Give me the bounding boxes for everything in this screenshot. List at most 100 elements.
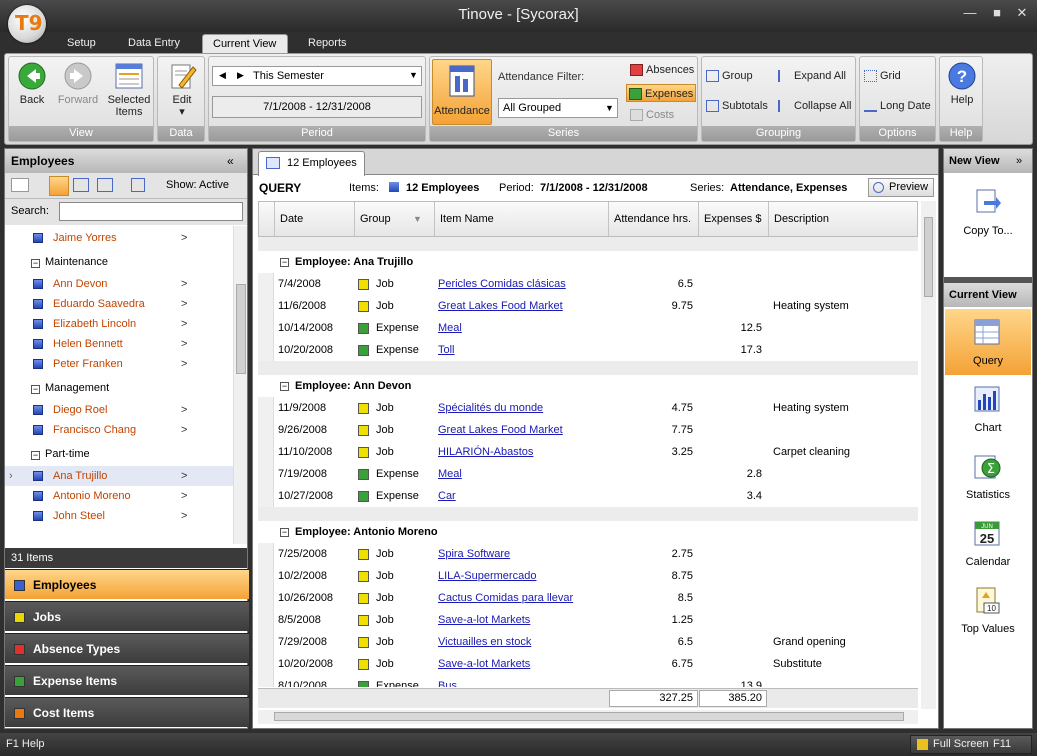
hierarchy-view-icon[interactable] xyxy=(97,178,113,192)
forward-button[interactable]: Forward xyxy=(55,61,101,106)
subtotals-button[interactable]: Subtotals xyxy=(704,97,768,115)
expand-arrow-icon[interactable]: > xyxy=(181,506,187,526)
table-row[interactable]: 10/14/2008 Expense Meal 12.5 xyxy=(258,317,918,339)
tree-view-icon[interactable] xyxy=(73,178,89,192)
app-logo-icon[interactable]: T9 xyxy=(8,5,46,43)
tree-item[interactable]: Helen Bennett > xyxy=(5,334,233,354)
maximize-icon[interactable]: ■ xyxy=(990,6,1004,20)
show-filter-dropdown[interactable]: Show: Active xyxy=(166,179,229,191)
period-selector[interactable]: ◀ ▶ This Semester ▼ xyxy=(212,66,422,86)
view-top-values-button[interactable]: 10 Top Values xyxy=(945,577,1031,643)
expand-arrow-icon[interactable]: > xyxy=(181,274,187,294)
nav-jobs[interactable]: Jobs xyxy=(5,601,249,631)
col-item-name[interactable]: Item Name xyxy=(435,202,609,236)
nav-employees[interactable]: Employees xyxy=(5,569,249,599)
grid-horizontal-scrollbar[interactable] xyxy=(258,710,918,724)
cell-item-name[interactable]: Spécialités du monde xyxy=(438,397,543,419)
table-row[interactable]: 7/19/2008 Expense Meal 2.8 xyxy=(258,463,918,485)
view-calendar-button[interactable]: JUN 25 Calendar xyxy=(945,510,1031,576)
cell-item-name[interactable]: Save-a-lot Markets xyxy=(438,609,530,631)
col-expenses[interactable]: Expenses $ xyxy=(699,202,769,236)
grid-button[interactable]: Grid xyxy=(862,67,901,85)
table-row[interactable]: 10/27/2008 Expense Car 3.4 xyxy=(258,485,918,507)
tree-item[interactable]: › Ana Trujillo > xyxy=(5,466,233,486)
scrollbar-thumb[interactable] xyxy=(924,217,933,297)
preview-button[interactable]: Preview xyxy=(868,178,934,197)
group-header[interactable]: − Employee: Ann Devon xyxy=(258,375,918,397)
tree-item[interactable]: Antonio Moreno > xyxy=(5,486,233,506)
tree-item[interactable]: Ann Devon > xyxy=(5,274,233,294)
tree-item[interactable]: John Steel > xyxy=(5,506,233,526)
view-chart-button[interactable]: Chart xyxy=(945,376,1031,442)
col-group[interactable]: Group ▼ xyxy=(355,202,435,236)
tab-current-view[interactable]: Current View xyxy=(202,34,288,53)
selected-items-button[interactable]: Selected Items xyxy=(105,61,153,118)
absences-toggle[interactable]: Absences xyxy=(628,61,694,79)
help-button[interactable]: ? Help xyxy=(944,61,980,106)
tree-group[interactable]: − Part-time xyxy=(31,448,90,460)
cell-item-name[interactable]: LILA-Supermercado xyxy=(438,565,536,587)
expand-arrow-icon[interactable]: > xyxy=(181,420,187,440)
collapse-group-icon[interactable]: − xyxy=(31,259,40,268)
tree-group[interactable]: − Maintenance xyxy=(31,256,108,268)
expand-arrow-icon[interactable]: > xyxy=(181,314,187,334)
search-input[interactable] xyxy=(59,202,243,221)
cell-item-name[interactable]: Spira Software xyxy=(438,543,510,565)
details-view-icon[interactable] xyxy=(131,178,145,192)
tree-item[interactable]: Diego Roel > xyxy=(5,400,233,420)
collapse-pane-icon[interactable]: « xyxy=(227,149,234,173)
table-row[interactable]: 10/26/2008 Job Cactus Comidas para llevar 8… xyxy=(258,587,918,609)
grid-vertical-scrollbar[interactable] xyxy=(921,201,936,709)
expand-pane-icon[interactable]: » xyxy=(1016,149,1022,173)
next-period-icon[interactable]: ▶ xyxy=(237,70,244,81)
collapse-group-icon[interactable]: − xyxy=(280,258,289,267)
cell-item-name[interactable]: Bus xyxy=(438,675,457,687)
table-row[interactable]: 10/20/2008 Expense Toll 17.3 xyxy=(258,339,918,361)
copy-to-button[interactable]: Copy To... xyxy=(945,179,1031,245)
view-query-button[interactable]: Query xyxy=(945,309,1031,375)
back-button[interactable]: Back xyxy=(13,61,51,106)
group-button[interactable]: Group xyxy=(704,67,753,85)
collapse-all-button[interactable]: Collapse All xyxy=(776,97,851,115)
view-statistics-button[interactable]: Σ Statistics xyxy=(945,443,1031,509)
period-range[interactable]: 7/1/2008 - 12/31/2008 xyxy=(212,96,422,118)
expand-arrow-icon[interactable]: > xyxy=(181,354,187,374)
minimize-icon[interactable]: — xyxy=(963,6,977,20)
close-icon[interactable]: ✕ xyxy=(1015,6,1029,20)
group-header[interactable]: − Employee: Antonio Moreno xyxy=(258,521,918,543)
cell-item-name[interactable]: Great Lakes Food Market xyxy=(438,419,563,441)
cell-item-name[interactable]: Pericles Comidas clásicas xyxy=(438,273,566,295)
tree-scrollbar[interactable] xyxy=(233,226,247,544)
collapse-group-icon[interactable]: − xyxy=(280,382,289,391)
cell-item-name[interactable]: Save-a-lot Markets xyxy=(438,653,530,675)
expand-arrow-icon[interactable]: > xyxy=(181,228,187,248)
cell-item-name[interactable]: Meal xyxy=(438,317,462,339)
table-row[interactable]: 11/10/2008 Job HILARIÓN-Abastos 3.25 Carpet … xyxy=(258,441,918,463)
expand-arrow-icon[interactable]: > xyxy=(181,486,187,506)
tree-item[interactable]: Jaime Yorres > xyxy=(5,228,233,248)
full-screen-button[interactable]: Full Screen F11 xyxy=(910,735,1032,754)
collapse-group-icon[interactable]: − xyxy=(280,528,289,537)
table-row[interactable]: 10/20/2008 Job Save-a-lot Markets 6.75 Subst… xyxy=(258,653,918,675)
tree-item[interactable]: Francisco Chang > xyxy=(5,420,233,440)
expand-arrow-icon[interactable]: > xyxy=(181,466,187,486)
cell-item-name[interactable]: HILARIÓN-Abastos xyxy=(438,441,533,463)
table-row[interactable]: 10/2/2008 Job LILA-Supermercado 8.75 xyxy=(258,565,918,587)
scrollbar-thumb[interactable] xyxy=(274,712,904,721)
edit-button[interactable]: Edit ▾ xyxy=(162,61,202,118)
tab-reports[interactable]: Reports xyxy=(298,34,357,53)
table-row[interactable]: 7/4/2008 Job Pericles Comidas clásicas 6.5 xyxy=(258,273,918,295)
scrollbar-thumb[interactable] xyxy=(236,284,246,374)
chevron-down-icon[interactable]: ▼ xyxy=(409,70,418,80)
attendance-button[interactable]: Attendance xyxy=(432,59,492,125)
cell-item-name[interactable]: Car xyxy=(438,485,456,507)
expenses-toggle[interactable]: Expenses xyxy=(626,84,696,102)
cell-item-name[interactable]: Cactus Comidas para llevar xyxy=(438,587,573,609)
tab-data-entry[interactable]: Data Entry xyxy=(118,34,190,53)
table-row[interactable]: 11/9/2008 Job Spécialités du monde 4.75 Heat… xyxy=(258,397,918,419)
nav-expense-items[interactable]: Expense Items xyxy=(5,665,249,695)
table-row[interactable]: 8/10/2008 Expense Bus 13.9 xyxy=(258,675,918,687)
cell-item-name[interactable]: Meal xyxy=(438,463,462,485)
cell-item-name[interactable]: Toll xyxy=(438,339,455,361)
expand-arrow-icon[interactable]: > xyxy=(181,294,187,314)
